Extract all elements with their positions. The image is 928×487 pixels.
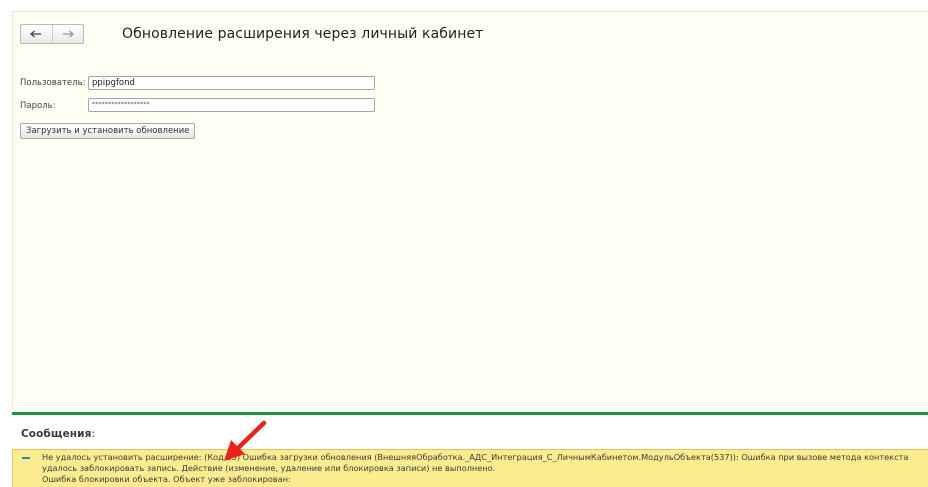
- message-line: Ошибка блокировки объекта. Объект уже за…: [42, 474, 291, 484]
- message-line: удалось заблокировать запись. Действие (…: [42, 463, 496, 473]
- pointer-arrow-icon: [224, 420, 267, 461]
- message-line: Не удалось установить расширение: (Код 2…: [42, 452, 909, 462]
- password-field[interactable]: ******************: [88, 98, 375, 112]
- messages-title-text: Сообщения: [21, 428, 92, 440]
- window-top-edge: [0, 0, 928, 8]
- messages-title-colon: :: [91, 428, 96, 440]
- messages-panel[interactable]: Не удалось установить расширение: (Код 2…: [12, 449, 928, 487]
- navigation-buttons: [20, 24, 84, 44]
- back-arrow-icon: [30, 30, 42, 38]
- user-field[interactable]: ppipgfond: [88, 76, 375, 90]
- forward-arrow-icon: [62, 30, 74, 38]
- page-title: Обновление расширения через личный кабин…: [122, 26, 484, 42]
- user-label: Пользователь:: [20, 78, 86, 88]
- forward-button[interactable]: [53, 25, 84, 43]
- download-install-button[interactable]: Загрузить и установить обновление: [20, 123, 196, 139]
- message-dash-icon[interactable]: [22, 457, 30, 459]
- back-button[interactable]: [21, 25, 53, 43]
- messages-divider: [12, 412, 928, 415]
- password-label: Пароль:: [20, 101, 56, 111]
- messages-title: Сообщения:: [21, 428, 95, 440]
- form-area: Обновление расширения через личный кабин…: [12, 11, 928, 407]
